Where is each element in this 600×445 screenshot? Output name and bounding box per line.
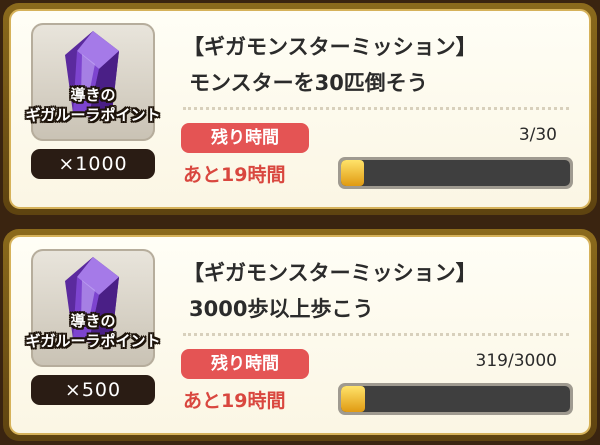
reward-name-line2: ギガルーラポイント xyxy=(25,332,161,350)
progress-track xyxy=(341,386,570,412)
mission-card[interactable]: 導きのギガルーラポイント ×500 【ギガモンスターミッション】 3000歩以上… xyxy=(3,229,597,441)
mission-list: 導きの ギガルーラポイント ×1000 【ギガモンスターミッション】 モンスターを… xyxy=(0,0,600,445)
divider xyxy=(183,107,569,110)
reward: 導きのギガルーラポイント ×1000 xyxy=(23,23,163,193)
progress-fill xyxy=(341,386,366,412)
mission-card-body: 導きのギガルーラポイント ×500 【ギガモンスターミッション】 3000歩以上… xyxy=(9,235,591,435)
reward-name-line1: 導きの xyxy=(70,312,116,330)
progress-track xyxy=(341,160,570,186)
progress-bar xyxy=(338,383,573,415)
progress-bar xyxy=(338,157,573,189)
progress-count: 319/3000 xyxy=(475,351,557,371)
reward-quantity: ×1000 xyxy=(31,149,155,179)
reward: 導きのギガルーラポイント ×500 xyxy=(23,249,163,419)
mission-title: 【ギガモンスターミッション】 xyxy=(183,35,477,59)
time-left: あと19時間 xyxy=(183,390,286,412)
progress-fill xyxy=(341,160,364,186)
reward-name: 導きのギガルーラポイント xyxy=(23,311,163,351)
divider xyxy=(183,333,569,336)
mission-description: 3000歩以上歩こう xyxy=(189,297,374,321)
progress-count: 3/30 xyxy=(518,125,557,145)
reward-name-line2: ギガルーラポイント xyxy=(25,106,161,124)
mission-description: モンスターを30匹倒そう xyxy=(189,71,428,95)
mission-card-body: 導きのギガルーラポイント ×1000 【ギガモンスターミッション】 モンスターを… xyxy=(9,9,591,209)
reward-name: 導きのギガルーラポイント xyxy=(23,85,163,125)
mission-title: 【ギガモンスターミッション】 xyxy=(183,261,477,285)
reward-name-line1: 導きの xyxy=(70,86,116,104)
mission-card[interactable]: 導きのギガルーラポイント ×1000 【ギガモンスターミッション】 モンスターを… xyxy=(3,3,597,215)
time-left: あと19時間 xyxy=(183,164,286,186)
reward-quantity: ×500 xyxy=(31,375,155,405)
time-remaining-badge: 残り時間 xyxy=(181,349,309,379)
time-remaining-badge: 残り時間 xyxy=(181,123,309,153)
